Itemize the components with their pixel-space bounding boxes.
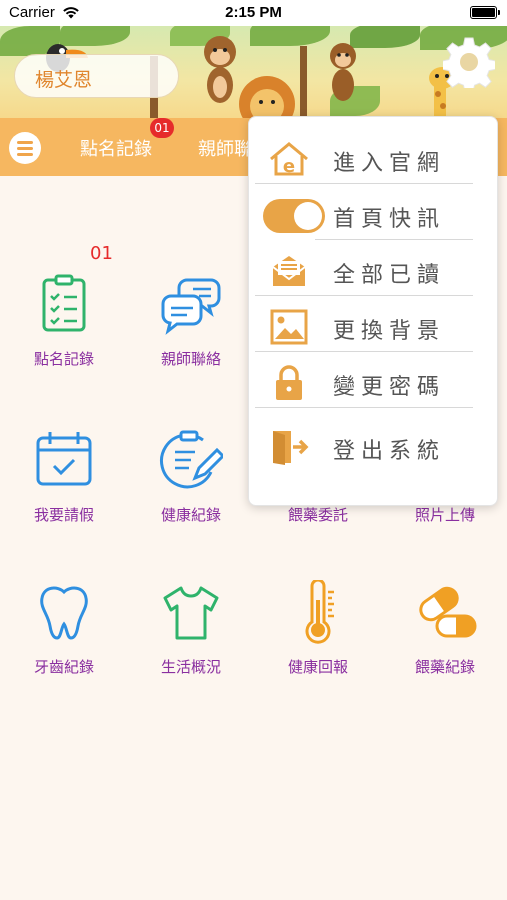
- menu-separator: [255, 183, 473, 184]
- capsule-icon: [419, 586, 477, 638]
- chat-bubbles-icon: [161, 278, 221, 335]
- clock: 2:15 PM: [225, 4, 282, 21]
- monkey-illustration: [330, 43, 356, 101]
- menu-item-change-background[interactable]: 更換背景: [249, 299, 499, 355]
- tile-label: 我要請假: [33, 506, 94, 524]
- attendance-count-badge: 01: [90, 243, 113, 264]
- tile-parent-teacher[interactable]: 親師聯絡: [127, 272, 255, 392]
- tile-label: 牙齒紀錄: [33, 658, 94, 676]
- lock-icon: [276, 365, 302, 400]
- health-record-icon: [160, 430, 223, 489]
- menu-item-home-news[interactable]: 首頁快訊: [249, 187, 499, 243]
- menu-line: [17, 147, 33, 150]
- tile-label: 餵藥紀錄: [414, 658, 475, 676]
- menu-line: [17, 141, 33, 144]
- hamburger-menu-button[interactable]: [9, 132, 41, 164]
- menu-line: [17, 153, 33, 156]
- tile-health-record[interactable]: 健康紀錄: [127, 428, 255, 548]
- tooth-icon: [40, 586, 88, 640]
- svg-text:e: e: [283, 156, 295, 177]
- menu-item-label: 登出系統: [333, 439, 446, 464]
- tile-label: 點名記錄: [33, 350, 94, 368]
- menu-item-label: 更換背景: [333, 319, 446, 344]
- tile-attendance[interactable]: 點名記錄: [0, 272, 128, 392]
- battery-icon: [470, 6, 500, 19]
- tab-parent-teacher[interactable]: 親師聯: [198, 135, 252, 161]
- tab-attendance-badge: 01: [150, 118, 174, 138]
- attendance-clipboard-icon: [42, 274, 86, 332]
- menu-item-logout[interactable]: 登出系統: [249, 419, 499, 475]
- menu-item-change-password[interactable]: 變更密碼: [249, 355, 499, 411]
- menu-separator: [255, 407, 473, 408]
- menu-item-mark-all-read[interactable]: 全部已讀: [249, 243, 499, 299]
- menu-item-label: 變更密碼: [333, 375, 446, 400]
- tile-label: 健康回報: [287, 658, 348, 676]
- menu-item-label: 進入官網: [333, 151, 446, 176]
- tshirt-icon: [163, 586, 219, 640]
- logout-door-icon: [273, 431, 309, 465]
- settings-dropdown-menu: e 進入官網 首頁快訊 全部已讀 更換背景 變更密碼 登出系統: [248, 116, 498, 506]
- lion-illustration: [239, 76, 295, 118]
- tile-label: 照片上傳: [414, 506, 475, 524]
- header-banner: 楊艾恩: [0, 26, 507, 118]
- tile-label: 親師聯絡: [160, 350, 221, 368]
- tile-label: 生活概況: [160, 658, 221, 676]
- status-bar: Carrier 2:15 PM: [0, 0, 507, 26]
- menu-separator: [255, 295, 473, 296]
- menu-separator: [315, 239, 473, 240]
- tile-dental-record[interactable]: 牙齒紀錄: [0, 580, 128, 700]
- menu-item-label: 首頁快訊: [333, 207, 446, 232]
- user-name-pill[interactable]: 楊艾恩: [14, 54, 179, 98]
- tile-health-report[interactable]: 健康回報: [254, 580, 382, 700]
- tile-daily-life[interactable]: 生活概況: [127, 580, 255, 700]
- thermometer-icon: [305, 580, 334, 644]
- tile-leave-request[interactable]: 我要請假: [0, 428, 128, 548]
- tile-label: 餵藥委託: [287, 506, 348, 524]
- calendar-check-icon: [36, 432, 92, 486]
- image-icon: [270, 309, 308, 345]
- tile-label: 健康紀錄: [160, 506, 221, 524]
- menu-item-label: 全部已讀: [333, 263, 446, 288]
- menu-item-official-site[interactable]: e 進入官網: [249, 131, 499, 187]
- gear-icon[interactable]: [443, 36, 495, 88]
- tab-attendance[interactable]: 點名記錄: [80, 135, 152, 161]
- home-e-icon: e: [270, 142, 308, 177]
- menu-separator: [255, 351, 473, 352]
- home-news-toggle[interactable]: [263, 199, 325, 233]
- mail-open-icon: [272, 256, 306, 286]
- user-name: 楊艾恩: [35, 69, 93, 91]
- tile-medicine-record[interactable]: 餵藥紀錄: [381, 580, 507, 700]
